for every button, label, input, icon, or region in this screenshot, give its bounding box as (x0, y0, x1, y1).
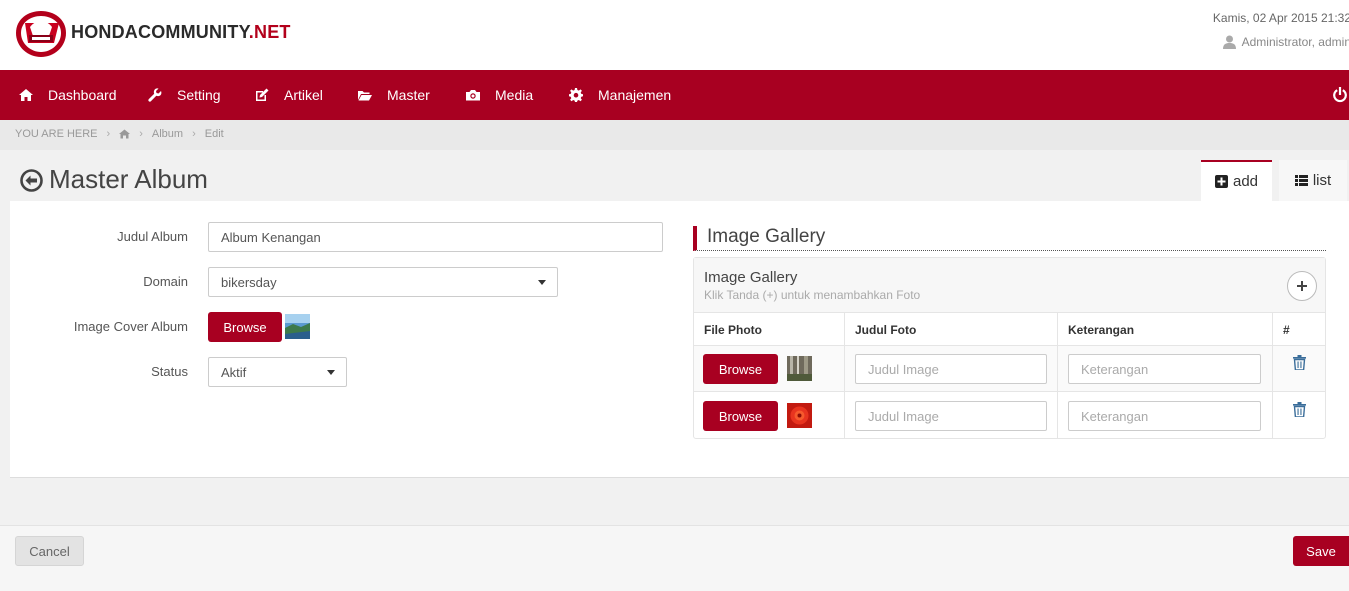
tab-list-label: list (1312, 172, 1332, 189)
image-cover-label: Image Cover Album (73, 319, 188, 334)
power-icon[interactable] (1333, 87, 1347, 103)
domain-select[interactable]: bikersday (208, 267, 558, 297)
column-divider (844, 313, 845, 439)
breadcrumb: YOU ARE HERE › › Album › Edit (15, 128, 224, 140)
nav-master[interactable]: Master (358, 70, 430, 120)
keterangan-placeholder: Keterangan (1081, 408, 1149, 424)
gallery-heading-text: Image Gallery (707, 226, 826, 247)
gallery-box-subtitle: Klik Tanda (+) untuk menambahkan Foto (704, 288, 921, 302)
nav-label: Setting (177, 87, 221, 103)
status-selected: Aktif (221, 364, 247, 380)
edit-icon (256, 88, 269, 101)
user-icon (1222, 35, 1236, 49)
user-name: Administrator, admin (1241, 35, 1349, 49)
save-button[interactable]: Save (1293, 536, 1349, 566)
row-browse-button[interactable]: Browse (703, 401, 778, 431)
judul-album-input[interactable]: Album Kenangan (208, 222, 663, 252)
back-circle-icon[interactable] (20, 169, 43, 192)
home-icon[interactable] (119, 129, 131, 139)
column-divider (1272, 313, 1273, 439)
breadcrumb-separator: › (139, 128, 143, 140)
breadcrumb-separator: › (106, 128, 111, 140)
row-divider (694, 345, 1325, 346)
keterangan-input[interactable]: Keterangan (1068, 401, 1261, 431)
nav-artikel[interactable]: Artikel (255, 70, 323, 120)
cover-thumbnail[interactable] (285, 314, 310, 339)
tab-add-label: add (1232, 173, 1259, 190)
honda-community-logo[interactable] (14, 9, 68, 59)
domain-selected: bikersday (221, 274, 277, 290)
judul-image-input[interactable]: Judul Image (855, 401, 1047, 431)
column-divider (1057, 313, 1058, 439)
keterangan-placeholder: Keterangan (1081, 361, 1149, 377)
title-row: Master Album add list (0, 150, 1349, 202)
main-nav: Dashboard Setting Artikel Master Media M… (0, 70, 1349, 120)
judul-image-placeholder: Judul Image (868, 361, 939, 377)
nav-label: Dashboard (48, 87, 117, 103)
nav-manajemen[interactable]: Manajemen (569, 70, 671, 120)
cover-browse-button[interactable]: Browse (208, 312, 282, 342)
gallery-box-header: Image Gallery Klik Tanda (+) untuk menam… (694, 258, 1325, 313)
brand-name[interactable]: HONDACOMMUNITY.NET (71, 22, 291, 43)
delete-row-icon[interactable] (1293, 355, 1306, 370)
brand-main: HONDACOMMUNITY (71, 22, 249, 42)
wrench-icon (148, 88, 162, 102)
row-photo-thumbnail[interactable] (787, 356, 812, 381)
judul-image-input[interactable]: Judul Image (855, 354, 1047, 384)
image-gallery-box: Image Gallery Klik Tanda (+) untuk menam… (693, 257, 1326, 439)
column-header-keterangan: Keterangan (1068, 323, 1135, 337)
judul-album-label: Judul Album (117, 229, 188, 244)
breadcrumb-prefix: YOU ARE HERE (15, 128, 98, 140)
delete-row-icon[interactable] (1293, 402, 1306, 417)
home-icon (19, 89, 33, 101)
breadcrumb-item-album[interactable]: Album (152, 128, 183, 140)
header-date: Kamis, 02 Apr 2015 21:32 (1212, 11, 1349, 25)
add-photo-button[interactable] (1287, 271, 1317, 301)
tab-list[interactable]: list (1279, 160, 1347, 201)
row-divider (694, 391, 1325, 392)
nav-label: Master (387, 87, 430, 103)
cancel-button[interactable]: Cancel (15, 536, 84, 566)
domain-label: Domain (143, 274, 188, 289)
page-title: Master Album (49, 164, 208, 194)
brand-suffix: .NET (248, 22, 291, 42)
nav-media[interactable]: Media (466, 70, 533, 120)
plus-square-icon (1214, 175, 1228, 188)
row-browse-button[interactable]: Browse (703, 354, 778, 384)
keterangan-input[interactable]: Keterangan (1068, 354, 1261, 384)
form-panel: Judul Album Album Kenangan Domain bikers… (10, 201, 1349, 478)
column-header-actions: # (1283, 323, 1290, 337)
plus-icon (1297, 281, 1307, 291)
status-select[interactable]: Aktif (208, 357, 347, 387)
nav-dashboard[interactable]: Dashboard (19, 70, 117, 120)
breadcrumb-bar: YOU ARE HERE › › Album › Edit (0, 120, 1349, 150)
image-gallery-heading: Image Gallery (693, 226, 1326, 251)
header: HONDACOMMUNITY.NET Kamis, 02 Apr 2015 21… (0, 0, 1349, 70)
folder-open-icon (358, 91, 372, 101)
column-header-file-photo: File Photo (704, 323, 762, 337)
row-photo-thumbnail[interactable] (787, 403, 812, 428)
tab-add[interactable]: add (1201, 160, 1272, 201)
column-header-judul-foto: Judul Foto (855, 323, 917, 337)
list-icon (1294, 175, 1308, 186)
nav-setting[interactable]: Setting (148, 70, 221, 120)
form-footer: Cancel Save (0, 525, 1349, 591)
gear-icon (569, 88, 583, 102)
camera-icon (466, 90, 480, 101)
gallery-box-title: Image Gallery (704, 269, 798, 286)
judul-image-placeholder: Judul Image (868, 408, 939, 424)
user-menu[interactable]: Administrator, admin (1222, 35, 1349, 49)
breadcrumb-separator: › (192, 128, 196, 140)
nav-label: Media (495, 87, 534, 103)
status-label: Status (151, 364, 188, 379)
breadcrumb-item-edit: Edit (204, 128, 224, 140)
nav-label: Artikel (284, 87, 323, 103)
nav-label: Manajemen (598, 87, 672, 103)
